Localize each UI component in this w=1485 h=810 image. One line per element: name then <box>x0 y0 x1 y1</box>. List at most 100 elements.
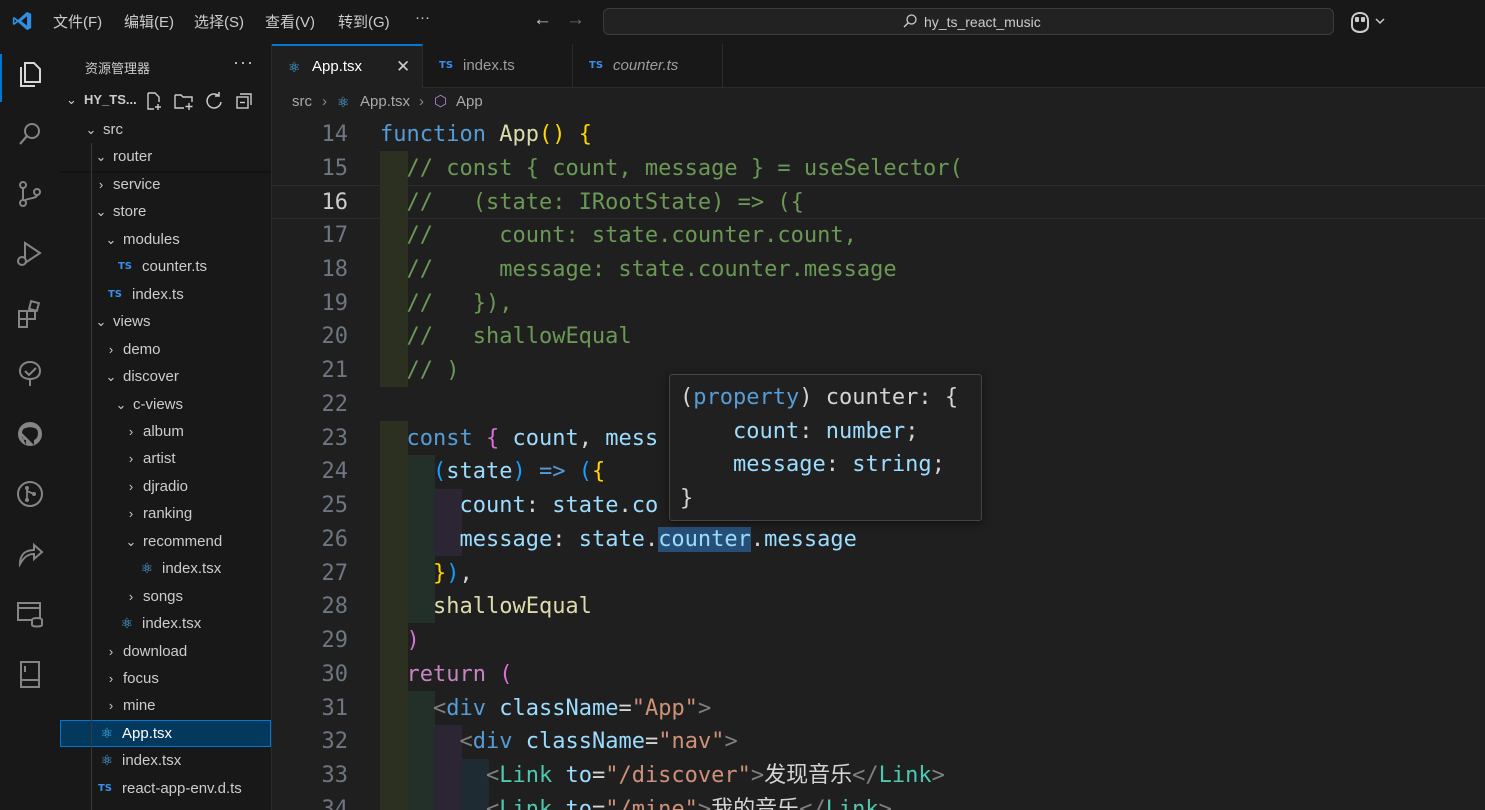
code-line: 18 // message: state.counter.message <box>321 257 897 282</box>
tree-item-label: demo <box>123 340 161 358</box>
refresh-icon[interactable] <box>204 91 224 111</box>
run-debug-icon[interactable] <box>14 238 46 270</box>
code-line: 29 ) <box>321 628 420 653</box>
hover-line: message: string; <box>732 452 945 477</box>
code-line: 32 <div className="nav"> <box>321 729 738 754</box>
testing-icon[interactable] <box>14 358 46 390</box>
tab-app-tsx[interactable]: ⚛ App.tsx ✕ <box>272 44 423 89</box>
new-folder-icon[interactable] <box>173 91 195 111</box>
new-file-icon[interactable] <box>144 91 164 111</box>
forward-arrow-icon[interactable]: → <box>566 9 585 31</box>
menu-edit[interactable]: 编辑(E) <box>124 11 174 32</box>
menu-more-icon[interactable]: ··· <box>415 9 430 26</box>
hover-line: count: number; <box>732 418 919 444</box>
tree-item-label: artist <box>143 450 176 468</box>
code-line: 31 <div className="App"> <box>321 696 712 721</box>
hover-tooltip: (property) counter: { count: number; mes… <box>669 374 982 521</box>
code-line: 28 shallowEqual <box>321 594 592 619</box>
tree-item-label: service <box>113 175 161 193</box>
live-share-icon[interactable] <box>14 538 46 570</box>
code-line-current: 16 // (state: IRootState) => ({ <box>272 185 1485 219</box>
tree-item-label: recommend <box>143 532 223 550</box>
react-file-icon: ⚛ <box>100 752 114 769</box>
extensions-icon[interactable] <box>14 298 46 330</box>
search-sidebar-icon[interactable] <box>14 118 46 150</box>
chevron-right-icon: › <box>128 478 134 494</box>
menu-go[interactable]: 转到(G) <box>338 11 390 32</box>
code-line: 30 return ( <box>321 662 513 687</box>
command-center-label: hy_ts_react_music <box>924 14 1041 30</box>
hover-line: } <box>680 485 694 511</box>
collapse-all-icon[interactable] <box>234 91 254 111</box>
symbol-cube-icon: ⬡ <box>434 93 448 110</box>
typescript-file-icon: TS <box>107 288 123 300</box>
tree-item-label: c-views <box>133 395 184 413</box>
chevron-down-icon: ⌄ <box>85 122 97 137</box>
explorer-icon[interactable] <box>14 58 46 90</box>
sidebar-more-icon[interactable]: ··· <box>233 52 254 73</box>
notebook-icon[interactable] <box>14 658 46 690</box>
git-graph-icon[interactable] <box>14 478 46 510</box>
chevron-right-icon: › <box>128 451 134 467</box>
tree-item-label: views <box>113 313 151 331</box>
tree-item-label: App.tsx <box>122 724 173 742</box>
remote-explorer-icon[interactable] <box>14 598 46 630</box>
tree-item-label: modules <box>123 230 180 248</box>
sidebar-title: 资源管理器 <box>85 61 151 76</box>
chevron-down-icon: ⌄ <box>115 396 127 412</box>
chevron-down-icon: ⌄ <box>95 314 107 330</box>
breadcrumb-file[interactable]: App.tsx <box>360 88 410 116</box>
tree-item-label: ranking <box>143 505 193 523</box>
menu-selection[interactable]: 选择(S) <box>194 11 244 32</box>
tree-item-label: router <box>113 148 153 166</box>
github-icon[interactable] <box>14 418 46 450</box>
command-center[interactable]: hy_ts_react_music <box>603 8 1334 35</box>
tab-label: App.tsx <box>312 58 363 75</box>
tree-item-label: src <box>103 121 123 138</box>
tab-index-ts[interactable]: TS index.ts <box>423 44 573 88</box>
tree-item-label: counter.ts <box>142 258 208 276</box>
activity-bar <box>0 44 60 810</box>
code-line: 19 // }), <box>321 291 513 316</box>
menu-file[interactable]: 文件(F) <box>53 11 102 32</box>
title-bar: 文件(F) 编辑(E) 选择(S) 查看(V) 转到(G) ··· ← → hy… <box>0 0 1485 44</box>
tree-item-label: discover <box>123 368 179 386</box>
close-icon[interactable]: ✕ <box>396 46 410 88</box>
tree-item-label: index.tsx <box>122 752 182 770</box>
editor-tabs: ⚛ App.tsx ✕ TS index.ts TS counter.ts <box>272 44 1485 89</box>
tree-item-label: focus <box>123 670 159 687</box>
code-line: 27 }), <box>321 561 473 586</box>
chevron-right-icon: › <box>108 698 114 714</box>
project-name: HY_TS... <box>84 92 137 107</box>
project-header[interactable]: ⌄ HY_TS... <box>66 92 137 108</box>
breadcrumb: src › ⚛ App.tsx › ⬡ App <box>272 88 1485 116</box>
react-icon: ⚛ <box>337 94 350 110</box>
back-arrow-icon[interactable]: ← <box>533 9 552 31</box>
tree-item-label: djradio <box>143 477 189 495</box>
chevron-down-icon: ⌄ <box>105 369 117 385</box>
source-control-icon[interactable] <box>14 178 46 210</box>
search-icon <box>903 14 917 28</box>
code-line: 33 <Link to="/discover">发现音乐</Link> <box>321 763 945 788</box>
tree-item[interactable]: ⌄ src <box>60 116 271 143</box>
vscode-logo-icon[interactable] <box>11 10 33 32</box>
chevron-right-icon: › <box>128 423 134 439</box>
tree-item-label: album <box>143 422 184 440</box>
copilot-icon[interactable] <box>1349 11 1389 33</box>
tab-counter-ts[interactable]: TS counter.ts <box>573 44 723 88</box>
chevron-down-icon: ⌄ <box>66 92 77 107</box>
tree-item-label: index.tsx <box>142 615 202 633</box>
react-file-icon: ⚛ <box>120 615 134 632</box>
hover-line: (property) counter: { <box>680 385 959 410</box>
code-line: 26 message: state.counter.message <box>321 527 857 552</box>
chevron-right-icon: › <box>419 93 424 110</box>
breadcrumb-symbol[interactable]: App <box>456 88 483 116</box>
code-line: 14 function App() { <box>321 122 592 147</box>
explorer-sidebar: 资源管理器 ··· ⌄ HY_TS... ⌄ src ⌄ router › service ⌄… <box>60 44 272 810</box>
tree-item-label: download <box>123 642 188 660</box>
chevron-down-icon: ⌄ <box>95 149 107 165</box>
chevron-right-icon: › <box>128 506 134 522</box>
active-indicator <box>0 54 2 102</box>
menu-view[interactable]: 查看(V) <box>265 11 315 32</box>
breadcrumb-folder[interactable]: src <box>292 88 312 116</box>
